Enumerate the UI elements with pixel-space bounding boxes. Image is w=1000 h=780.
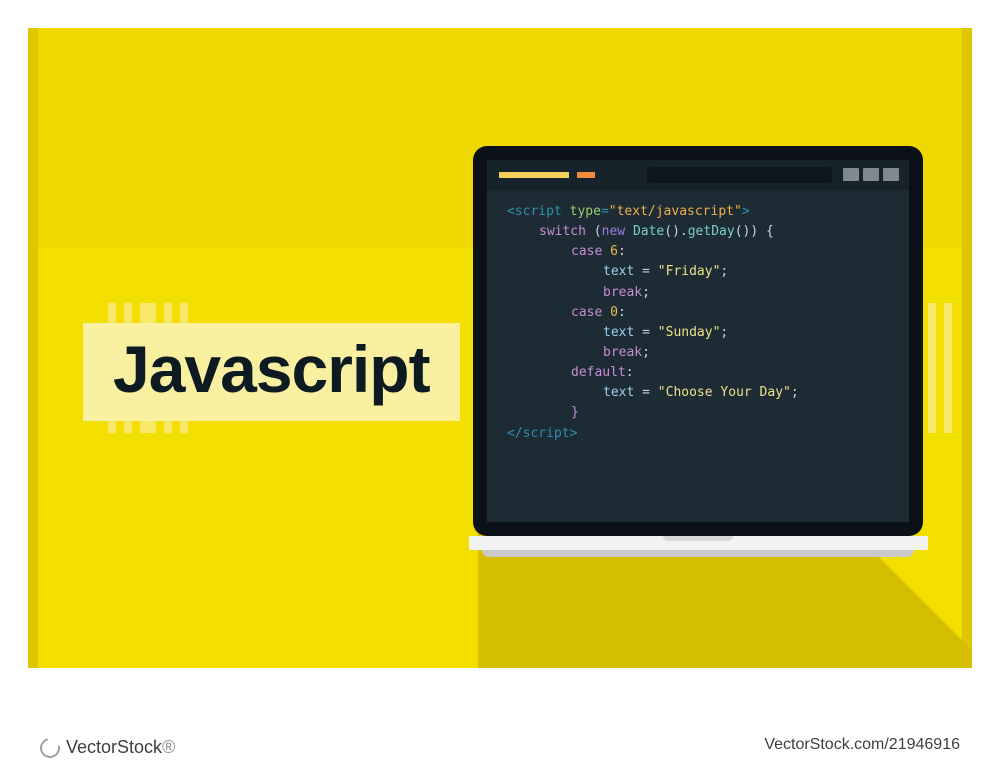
laptop-hinge [469, 536, 928, 550]
illustration-stage: Javascript <script type="text/javascript… [28, 28, 972, 668]
title-panel: Javascript [83, 323, 460, 421]
window-controls [843, 168, 899, 181]
window-bar [487, 160, 909, 190]
code-line: case 0: [507, 303, 889, 323]
swirl-icon [36, 734, 63, 761]
brand-text: VectorStock [66, 737, 162, 757]
brand-logo: VectorStock® [40, 737, 175, 758]
tab-indicator-active [577, 172, 595, 178]
bg-band-right [962, 28, 972, 668]
address-field [647, 167, 832, 183]
laptop-base [482, 550, 914, 557]
laptop: <script type="text/javascript"> switch (… [473, 146, 923, 557]
code-line: text = "Choose Your Day"; [507, 383, 889, 403]
bg-band-left [28, 28, 38, 668]
minimize-icon [843, 168, 859, 181]
code-line: } [507, 403, 889, 423]
code-line: default: [507, 363, 889, 383]
code-line: text = "Sunday"; [507, 323, 889, 343]
code-line: break; [507, 343, 889, 363]
close-icon [883, 168, 899, 181]
code-line: <script type="text/javascript"> [507, 202, 889, 222]
maximize-icon [863, 168, 879, 181]
code-editor: <script type="text/javascript"> switch (… [487, 160, 909, 522]
stock-id: VectorStock.com/21946916 [764, 736, 960, 754]
code-line: case 6: [507, 242, 889, 262]
code-line: text = "Friday"; [507, 262, 889, 282]
tab-indicator [499, 172, 569, 178]
code-line: break; [507, 283, 889, 303]
code-line: switch (new Date().getDay()) { [507, 222, 889, 242]
code-line: </script> [507, 424, 889, 444]
screen-bezel: <script type="text/javascript"> switch (… [473, 146, 923, 536]
title-text: Javascript [113, 331, 430, 407]
registered-mark: ® [162, 737, 175, 757]
